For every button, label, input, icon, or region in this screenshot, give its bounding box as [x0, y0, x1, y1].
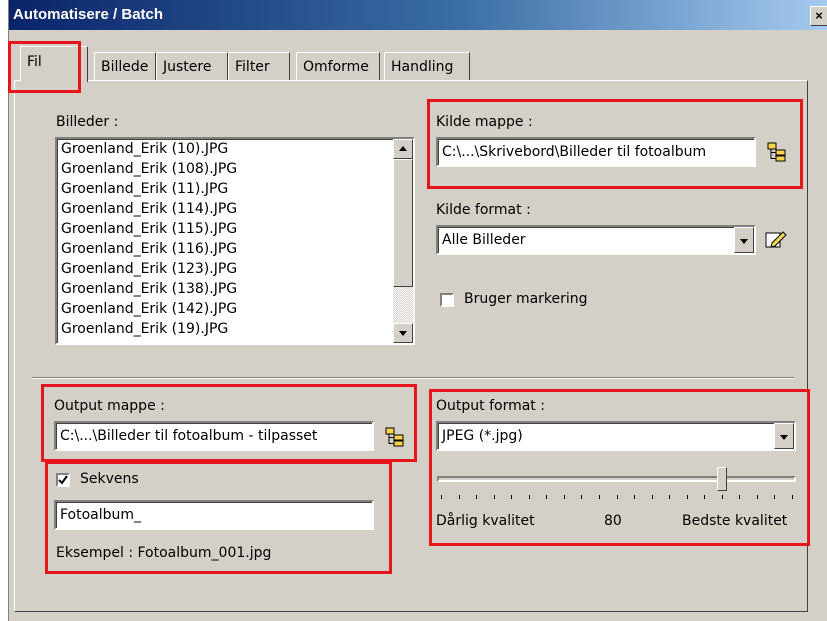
slider-tick: [528, 495, 530, 499]
list-item[interactable]: Groenland_Erik (11).JPG: [57, 179, 413, 199]
slider-tick: [739, 495, 741, 499]
source-format-value: Alle Billeder: [442, 232, 526, 248]
tab-justere[interactable]: Justere: [156, 52, 228, 80]
scroll-down-button[interactable]: [393, 323, 413, 343]
list-item[interactable]: Groenland_Erik (138).JPG: [57, 279, 413, 299]
window-title: Automatisere / Batch: [13, 6, 164, 23]
quality-slider-thumb[interactable]: [716, 467, 727, 491]
use-selection-label: Bruger markering: [464, 291, 588, 307]
sequence-prefix-value: Fotoalbum_: [60, 507, 142, 523]
quality-max-label: Bedste kvalitet: [682, 513, 788, 529]
images-list: Groenland_Erik (10).JPG Groenland_Erik (…: [57, 139, 413, 339]
quality-slider-track[interactable]: [437, 476, 796, 482]
images-scrollbar[interactable]: [393, 139, 413, 343]
images-listbox[interactable]: Groenland_Erik (10).JPG Groenland_Erik (…: [55, 137, 415, 345]
source-format-dropdown-button[interactable]: [734, 227, 754, 253]
slider-tick: [792, 495, 793, 499]
slider-tick: [774, 495, 776, 499]
slider-tick: [598, 495, 600, 499]
list-item[interactable]: Groenland_Erik (115).JPG: [57, 219, 413, 239]
tab-fil[interactable]: Fil: [20, 46, 88, 82]
output-folder-field[interactable]: C:\...\Billeder til fotoalbum - tilpasse…: [54, 421, 374, 451]
sequence-checkbox[interactable]: [56, 473, 70, 487]
tab-label: Omforme: [303, 59, 369, 75]
output-format-value: JPEG (*.jpg): [442, 428, 523, 444]
output-format-label: Output format :: [436, 398, 545, 414]
slider-tick: [546, 495, 548, 499]
slider-tick: [721, 495, 723, 499]
source-folder-value: C:\...\Skrivebord\Billeder til fotoalbum: [442, 144, 707, 160]
output-folder-label: Output mappe :: [54, 398, 165, 414]
sequence-example: Eksempel : Fotoalbum_001.jpg: [56, 545, 272, 561]
check-icon: [58, 475, 68, 485]
list-item[interactable]: Groenland_Erik (116).JPG: [57, 239, 413, 259]
sequence-prefix-field[interactable]: Fotoalbum_: [54, 500, 374, 530]
tab-label: Handling: [391, 59, 454, 75]
tab-label: Justere: [163, 59, 212, 75]
list-item[interactable]: Groenland_Erik (123).JPG: [57, 259, 413, 279]
source-folder-label: Kilde mappe :: [436, 114, 533, 130]
source-format-label: Kilde format :: [436, 202, 531, 218]
folder-tree-icon[interactable]: [384, 426, 406, 448]
source-folder-field[interactable]: C:\...\Skrivebord\Billeder til fotoalbum: [436, 137, 756, 167]
slider-tick: [686, 495, 688, 499]
use-selection-checkbox[interactable]: [440, 293, 454, 307]
images-label: Billeder :: [56, 114, 119, 130]
tab-billede[interactable]: Billede: [94, 52, 156, 80]
slider-tick: [563, 495, 565, 499]
sequence-label: Sekvens: [80, 471, 139, 487]
list-item[interactable]: Groenland_Erik (19).JPG: [57, 319, 413, 339]
scroll-up-button[interactable]: [393, 139, 413, 159]
arrow-down-icon: [399, 331, 407, 336]
tab-handling[interactable]: Handling: [384, 52, 470, 80]
slider-tick: [476, 495, 478, 499]
list-item[interactable]: Groenland_Erik (114).JPG: [57, 199, 413, 219]
slider-tick: [441, 495, 442, 499]
slider-tick: [651, 495, 653, 499]
slider-tick: [511, 495, 513, 499]
slider-tick: [458, 495, 460, 499]
output-folder-value: C:\...\Billeder til fotoalbum - tilpasse…: [60, 428, 318, 444]
chevron-down-icon: [780, 435, 788, 440]
scroll-thumb[interactable]: [393, 159, 413, 287]
slider-tick: [634, 495, 636, 499]
output-format-dropdown[interactable]: JPEG (*.jpg): [436, 421, 796, 451]
title-bar[interactable]: Automatisere / Batch ×: [9, 0, 827, 30]
slider-tick: [669, 495, 671, 499]
list-item[interactable]: Groenland_Erik (108).JPG: [57, 159, 413, 179]
folder-tree-icon[interactable]: [766, 141, 788, 163]
tab-omforme[interactable]: Omforme: [296, 52, 380, 80]
tab-label: Filter: [235, 59, 270, 75]
slider-tick: [756, 495, 758, 499]
slider-tick: [493, 495, 495, 499]
tab-label: Fil: [27, 54, 42, 70]
chevron-down-icon: [740, 239, 748, 244]
close-button[interactable]: ×: [810, 6, 827, 26]
slider-tick: [616, 495, 618, 499]
output-format-dropdown-button[interactable]: [774, 423, 794, 449]
arrow-up-icon: [399, 146, 407, 151]
edit-pencil-icon[interactable]: [764, 229, 788, 251]
slider-tick: [581, 495, 583, 499]
list-item[interactable]: Groenland_Erik (10).JPG: [57, 139, 413, 159]
quality-value-label: 80: [604, 513, 622, 529]
slider-tick: [704, 495, 706, 499]
tab-filter[interactable]: Filter: [228, 52, 290, 80]
tab-label: Billede: [101, 59, 149, 75]
separator: [32, 377, 794, 379]
list-item[interactable]: Groenland_Erik (142).JPG: [57, 299, 413, 319]
quality-min-label: Dårlig kvalitet: [436, 513, 535, 529]
source-format-dropdown[interactable]: Alle Billeder: [436, 225, 756, 255]
